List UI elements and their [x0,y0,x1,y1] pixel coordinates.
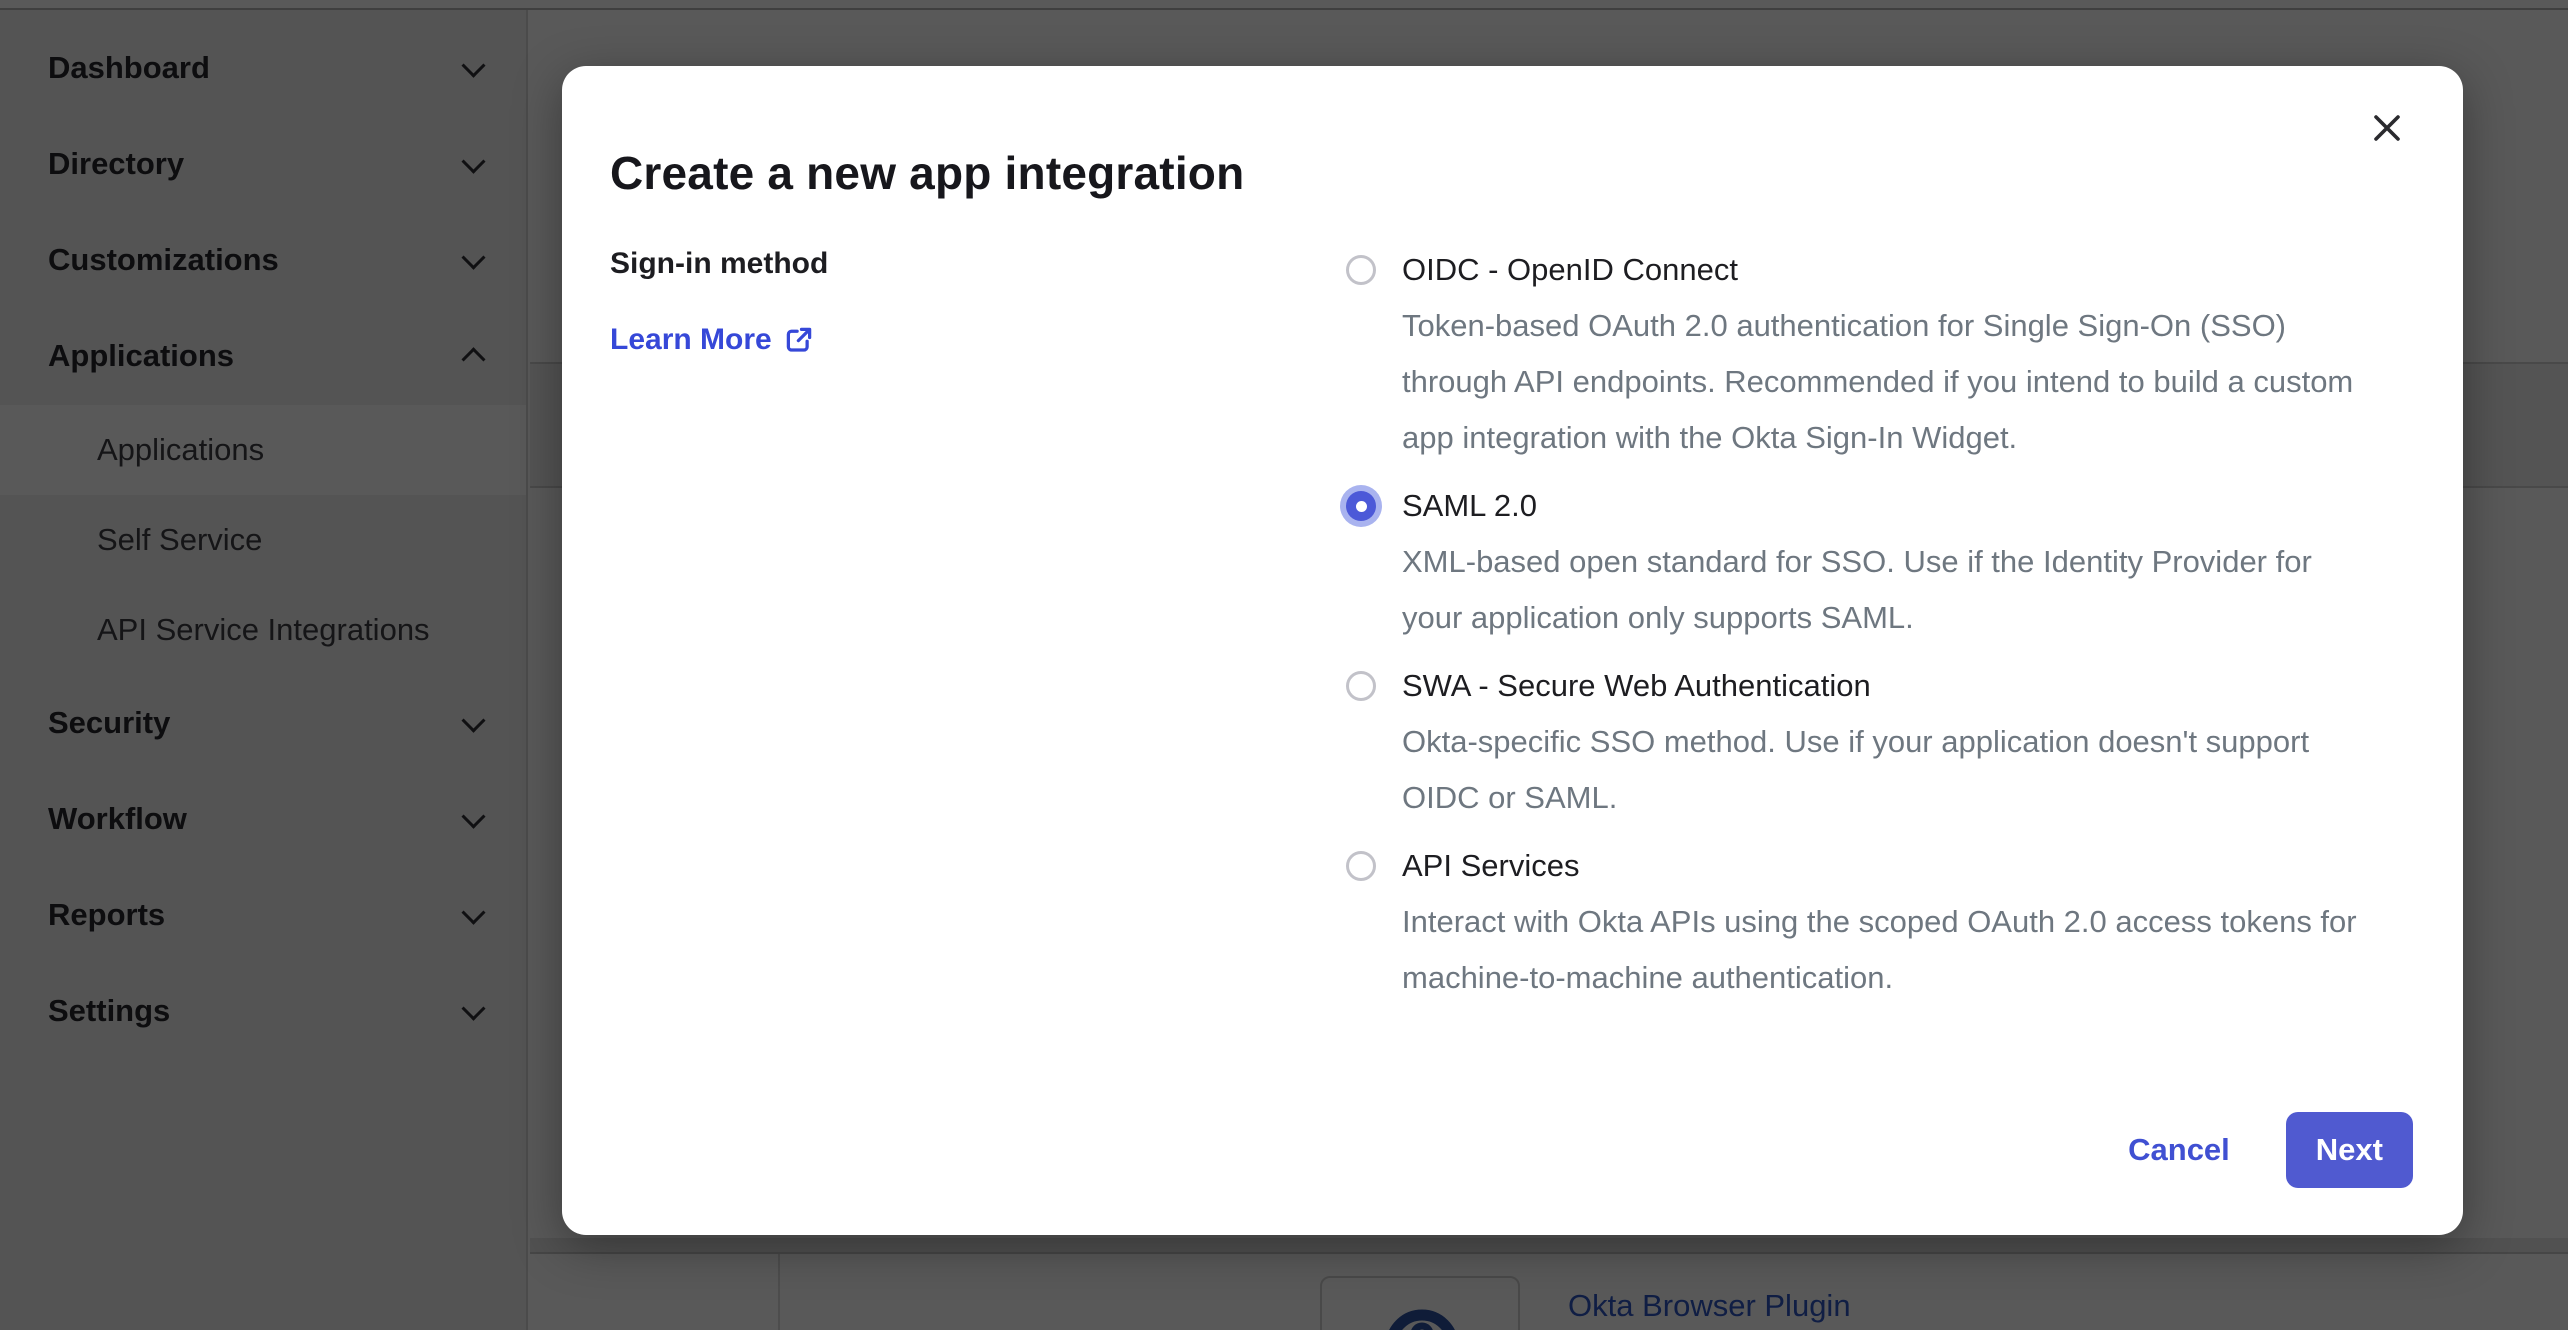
learn-more-label: Learn More [610,320,772,360]
option-description: Okta-specific SSO method. Use if your ap… [1402,714,2416,826]
learn-more-link[interactable]: Learn More [610,320,1250,360]
option-description: XML-based open standard for SSO. Use if … [1402,534,2416,646]
screen: Dashboard Directory Customizations Appli… [0,0,2568,1330]
option-description: Interact with Okta APIs using the scoped… [1402,894,2416,1006]
option-label: API Services [1402,838,2416,894]
sign-in-method-column: Sign-in method Learn More [610,244,1250,360]
option-oidc-openid-connect[interactable]: OIDC - OpenID Connect Token-based OAuth … [1346,242,2416,466]
option-swa-secure-web-authentication[interactable]: SWA - Secure Web Authentication Okta-spe… [1346,658,2416,826]
option-description: Token-based OAuth 2.0 authentication for… [1402,298,2416,466]
next-button[interactable]: Next [2286,1112,2413,1188]
sign-in-method-label: Sign-in method [610,244,1250,284]
close-icon [2370,111,2404,145]
radio-button-selected[interactable] [1346,491,1376,521]
option-saml-2-0[interactable]: SAML 2.0 XML-based open standard for SSO… [1346,478,2416,646]
external-link-icon [784,325,814,355]
dialog-footer: Cancel Next [2128,1112,2413,1188]
cancel-button[interactable]: Cancel [2128,1132,2230,1168]
create-app-integration-dialog: Create a new app integration Sign-in met… [562,66,2463,1235]
dialog-title: Create a new app integration [610,146,1244,200]
option-label: OIDC - OpenID Connect [1402,242,2416,298]
radio-button[interactable] [1346,255,1376,285]
option-api-services[interactable]: API Services Interact with Okta APIs usi… [1346,838,2416,1006]
option-label: SAML 2.0 [1402,478,2416,534]
close-button[interactable] [2355,96,2419,160]
radio-button[interactable] [1346,671,1376,701]
radio-button[interactable] [1346,851,1376,881]
option-label: SWA - Secure Web Authentication [1402,658,2416,714]
sign-in-method-options: OIDC - OpenID Connect Token-based OAuth … [1346,242,2416,1006]
